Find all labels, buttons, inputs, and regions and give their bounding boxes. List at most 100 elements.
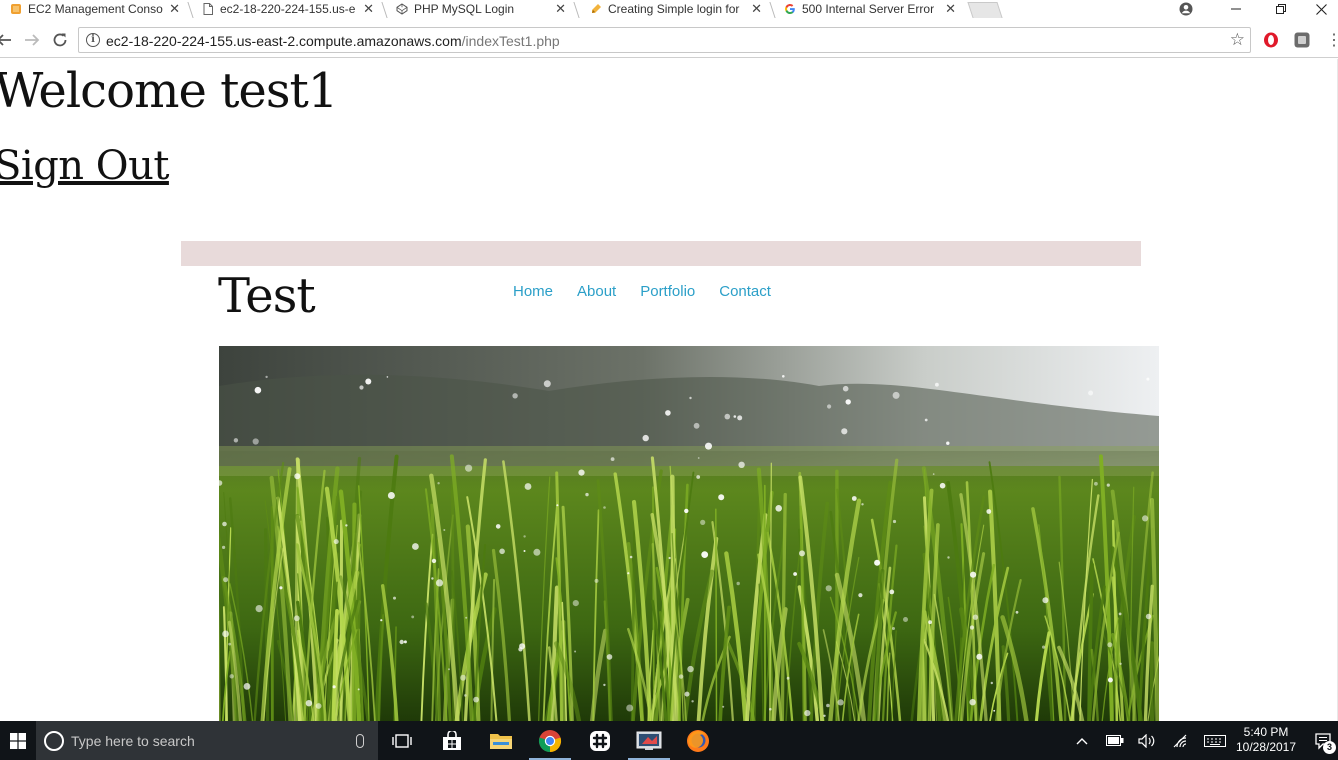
- close-window-button[interactable]: [1304, 0, 1338, 18]
- nav-contact[interactable]: Contact: [719, 283, 771, 300]
- forward-arrow-icon: [25, 34, 40, 46]
- minimize-button[interactable]: [1213, 0, 1259, 18]
- profile-button[interactable]: [1178, 1, 1194, 17]
- web-page: Welcome test1 Sign Out Test Home About P…: [0, 59, 1337, 721]
- dew-drop: [572, 600, 579, 607]
- sign-out-link[interactable]: Sign Out: [0, 143, 169, 189]
- close-icon[interactable]: ✕: [363, 1, 374, 17]
- dew-drop: [691, 700, 694, 703]
- new-tab-button[interactable]: [967, 2, 1003, 18]
- dew-drop: [705, 442, 712, 450]
- dew-drop: [858, 593, 863, 598]
- dew-drop: [305, 700, 313, 707]
- dew-drop: [736, 581, 740, 586]
- action-center-button[interactable]: 3: [1308, 721, 1338, 760]
- tab-500-error[interactable]: 500 Internal Server Error ✕: [778, 0, 962, 18]
- taskbar-search[interactable]: Type here to search: [36, 721, 378, 760]
- dew-drop: [431, 558, 437, 564]
- extension-icon[interactable]: [1294, 32, 1310, 48]
- nav-home[interactable]: Home: [513, 283, 553, 300]
- grass-blade: [1149, 641, 1154, 721]
- taskbar-file-explorer[interactable]: [478, 721, 524, 760]
- dew-drop: [738, 461, 745, 468]
- forward-button[interactable]: [22, 30, 42, 50]
- dew-drop: [932, 473, 935, 475]
- start-button[interactable]: [0, 721, 36, 760]
- chrome-icon: [538, 729, 562, 752]
- dew-drop: [1094, 481, 1098, 486]
- dew-drop: [345, 524, 348, 527]
- dew-drop: [465, 464, 473, 472]
- taskbar-clock[interactable]: 5:40 PM 10/28/2017: [1230, 725, 1302, 755]
- tab-ec2-console[interactable]: EC2 Management Conso ✕: [4, 0, 186, 18]
- tray-battery[interactable]: [1104, 721, 1126, 760]
- dew-drop: [1106, 483, 1110, 487]
- dew-drop: [946, 441, 950, 445]
- tray-show-hidden[interactable]: [1072, 721, 1092, 760]
- info-icon[interactable]: i: [86, 33, 100, 47]
- tray-network[interactable]: [1170, 721, 1192, 760]
- back-button[interactable]: [0, 30, 14, 50]
- tab-creating-simple-login[interactable]: Creating Simple login for ✕: [584, 0, 768, 18]
- remote-desktop-icon: [636, 731, 662, 750]
- close-icon[interactable]: ✕: [751, 1, 762, 17]
- dew-drop: [333, 539, 339, 545]
- dew-drop: [993, 709, 996, 712]
- bookmark-star-icon[interactable]: ☆: [1230, 30, 1245, 50]
- dew-drop: [1118, 612, 1122, 616]
- dew-drop: [574, 650, 577, 653]
- dew-drop: [737, 415, 743, 421]
- task-view-button[interactable]: [379, 721, 425, 760]
- reload-button[interactable]: [50, 30, 70, 50]
- nav-portfolio[interactable]: Portfolio: [640, 283, 695, 300]
- dew-drop: [365, 378, 372, 385]
- tab-divider: [573, 2, 580, 18]
- dew-drop: [874, 559, 881, 566]
- dew-drop: [861, 503, 864, 506]
- close-icon[interactable]: ✕: [555, 1, 566, 17]
- taskbar-chrome[interactable]: [527, 721, 573, 760]
- tray-volume[interactable]: [1136, 721, 1158, 760]
- nav-about[interactable]: About: [577, 283, 616, 300]
- google-icon: [785, 4, 795, 14]
- reload-icon: [53, 33, 67, 47]
- opera-extension-icon[interactable]: [1263, 32, 1279, 48]
- chevron-up-icon: [1076, 737, 1088, 744]
- dew-drop: [222, 521, 227, 527]
- taskbar-firefox[interactable]: [675, 721, 721, 760]
- dew-drop: [519, 643, 526, 650]
- dew-drop: [1042, 645, 1046, 649]
- url-text[interactable]: ec2-18-220-224-155.us-east-2.compute.ama…: [106, 33, 560, 49]
- restore-icon: [1276, 4, 1286, 14]
- grass-field-photo: [219, 346, 1159, 721]
- dew-drop: [1142, 515, 1149, 522]
- dew-drop: [799, 550, 805, 557]
- taskbar-remote-desktop[interactable]: [626, 721, 672, 760]
- tab-php-mysql-login[interactable]: PHP MySQL Login ✕: [390, 0, 572, 18]
- dew-drop: [255, 605, 263, 613]
- dew-drop: [837, 699, 844, 706]
- microphone-icon[interactable]: [356, 733, 364, 748]
- dew-drop: [990, 681, 993, 685]
- close-icon[interactable]: ✕: [945, 1, 956, 17]
- dew-drop: [970, 571, 977, 578]
- dew-drop: [986, 509, 992, 514]
- dew-drop: [827, 404, 832, 409]
- taskbar-slack[interactable]: [577, 721, 623, 760]
- restore-button[interactable]: [1258, 0, 1304, 18]
- tray-keyboard[interactable]: [1202, 721, 1228, 760]
- dew-drop: [969, 699, 976, 706]
- menu-dots-icon[interactable]: ⋮: [1326, 30, 1338, 50]
- tab-ec2-instance[interactable]: ec2-18-220-224-155.us-e ✕: [196, 0, 380, 18]
- dew-drop: [464, 694, 467, 697]
- address-bar[interactable]: i ec2-18-220-224-155.us-east-2.compute.a…: [78, 27, 1251, 53]
- dew-drop: [627, 572, 630, 575]
- taskbar-store[interactable]: [429, 721, 475, 760]
- dew-drop: [1146, 377, 1150, 381]
- dew-drop: [606, 654, 613, 660]
- close-icon[interactable]: ✕: [169, 1, 180, 17]
- dew-drop: [693, 422, 700, 429]
- dew-drop: [696, 475, 701, 479]
- dew-drop: [718, 494, 725, 501]
- store-icon: [443, 730, 461, 750]
